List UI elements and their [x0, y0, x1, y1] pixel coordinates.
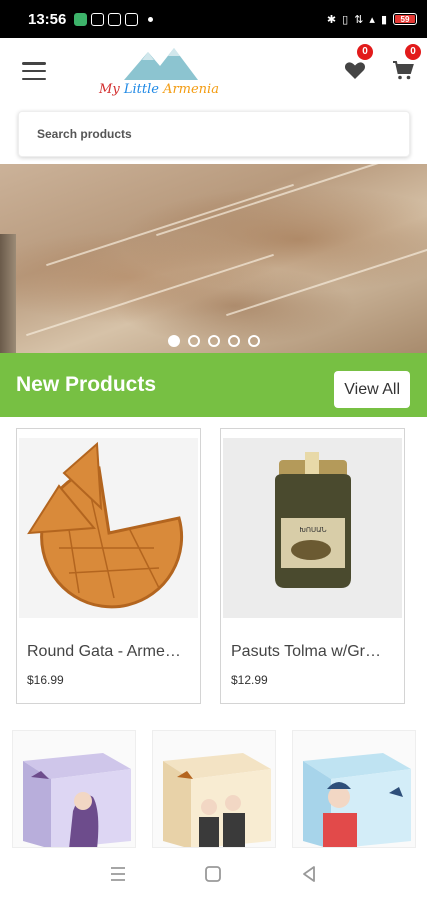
home-button[interactable]	[201, 862, 225, 886]
view-all-button[interactable]: View All	[334, 371, 410, 408]
gift-box-image	[303, 753, 411, 847]
status-time: 13:56	[28, 10, 67, 28]
hero-banner[interactable]	[0, 164, 427, 353]
section-title: New Products	[16, 373, 157, 396]
more-notifications-icon	[148, 16, 154, 22]
status-bar: 13:56 ✱ ▯ ⇅ ▴ ▮ 59	[0, 0, 427, 38]
cell-signal-icon: ▮	[380, 13, 387, 26]
battery-level: 59	[400, 14, 410, 24]
carousel-dots	[0, 335, 427, 347]
bluetooth-icon: ✱	[326, 13, 337, 26]
search-input[interactable]	[37, 127, 409, 141]
carousel-dot[interactable]	[167, 335, 180, 347]
product-card[interactable]: Round Gata - Arme… $16.99	[16, 428, 201, 704]
search-bar	[18, 111, 410, 157]
product-image	[19, 438, 198, 618]
product-box[interactable]	[292, 730, 416, 848]
tolma-jar-image: ԽՈՍԱՆ	[223, 438, 402, 618]
gift-box-image	[23, 753, 131, 847]
wifi-signal-icon: ▴	[369, 13, 375, 26]
new-products-header: New Products View All	[0, 353, 427, 417]
jar-label: ԽՈՍԱՆ	[299, 526, 326, 534]
carousel-dot[interactable]	[227, 335, 240, 347]
product-box[interactable]	[12, 730, 136, 848]
carousel-dot[interactable]	[207, 335, 220, 347]
pinterest-notification-icon	[91, 12, 105, 26]
logo-text: My Little Armenia	[96, 82, 222, 97]
logo-word-1: My	[99, 82, 120, 97]
mountain-logo-icon	[124, 48, 198, 80]
heart-icon	[344, 62, 366, 79]
cart-icon	[393, 61, 414, 80]
back-icon	[303, 866, 316, 882]
back-button[interactable]	[297, 862, 321, 886]
carousel-dot[interactable]	[187, 335, 200, 347]
wishlist-button[interactable]: 0	[343, 44, 373, 86]
recent-apps-icon	[110, 867, 125, 881]
calendar-notification-icon	[108, 12, 122, 26]
system-nav-bar	[0, 848, 427, 900]
menu-icon[interactable]	[22, 62, 46, 80]
app-notification-icon	[74, 12, 88, 26]
product-image: ԽՈՍԱՆ	[223, 438, 402, 618]
cart-count-badge: 0	[405, 44, 421, 60]
message-notification-icon	[125, 12, 139, 26]
battery-icon: 59	[393, 13, 417, 25]
product-price: $16.99	[27, 673, 64, 687]
wishlist-count-badge: 0	[357, 44, 373, 60]
data-icon: ⇅	[354, 13, 364, 26]
app-logo[interactable]: My Little Armenia	[96, 42, 222, 102]
logo-word-2: Little	[123, 82, 159, 97]
product-name: Round Gata - Arme…	[27, 643, 181, 660]
product-box[interactable]	[152, 730, 276, 848]
gata-pastry-image	[19, 438, 198, 618]
product-name: Pasuts Tolma w/Gr…	[231, 643, 381, 660]
gift-box-image	[163, 753, 271, 847]
product-price: $12.99	[231, 673, 268, 687]
app-header: My Little Armenia 0 0	[0, 38, 427, 106]
recent-apps-button[interactable]	[106, 862, 130, 886]
carousel-dot[interactable]	[247, 335, 260, 347]
product-card[interactable]: ԽՈՍԱՆ Pasuts Tolma w/Gr… $12.99	[220, 428, 405, 704]
home-icon	[205, 866, 222, 882]
logo-word-3: Armenia	[163, 82, 219, 97]
cart-button[interactable]: 0	[391, 44, 421, 86]
vibrate-icon: ▯	[342, 13, 349, 26]
